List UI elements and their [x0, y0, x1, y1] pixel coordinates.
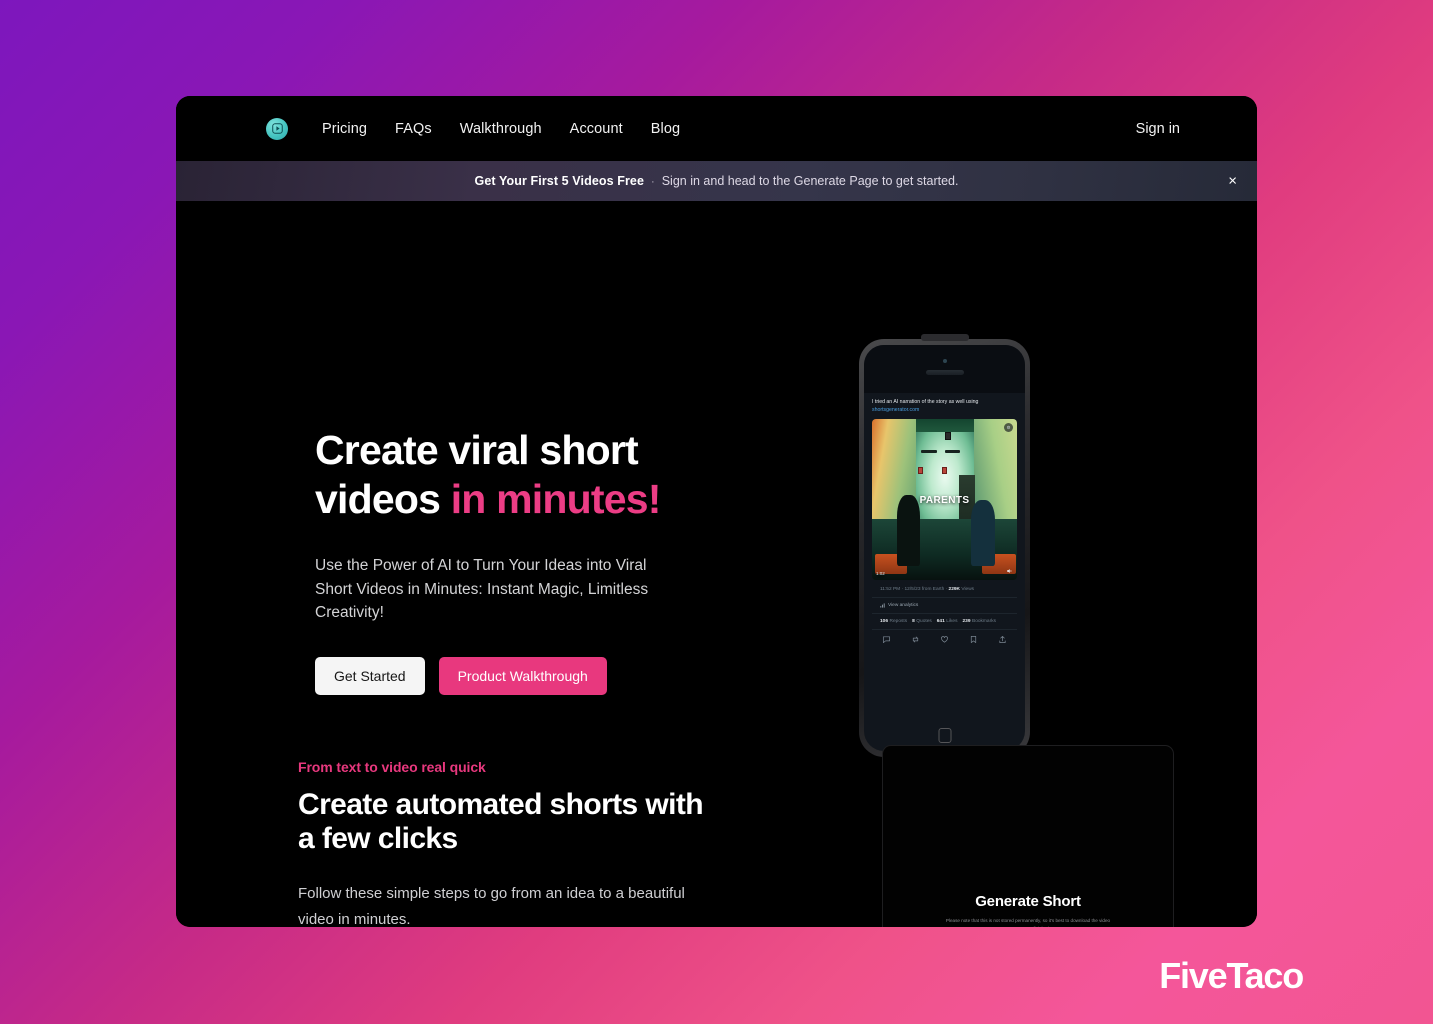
generate-short-card-content: Generate Short Please note that this is …	[942, 893, 1114, 927]
stat-reposts[interactable]: 106 Reposts	[880, 619, 907, 624]
stat-bookmarks-count: 239	[962, 619, 971, 625]
stat-likes-label: Likes	[946, 619, 958, 625]
analytics-bars-icon	[880, 603, 885, 608]
tweet-stats-row: 106 Reposts 8 Quotes 641 Likes 239 Bookmarks	[872, 614, 1017, 631]
promo-banner-separator: ·	[651, 176, 655, 188]
stat-likes-count: 641	[936, 619, 945, 625]
nav-links: Pricing FAQs Walkthrough Account Blog	[322, 121, 680, 137]
sign-in-link[interactable]: Sign in	[1136, 121, 1180, 137]
tweet-metadata: 11:52 PM · 12/5/23 from Earth · 229K Vie…	[872, 580, 1017, 599]
view-analytics-label: View analytics	[888, 603, 919, 609]
phone-top-bezel	[864, 345, 1025, 393]
hero-title: Create viral short videos in minutes!	[315, 426, 735, 524]
nav-item-faqs[interactable]: FAQs	[395, 121, 432, 137]
tweet-link[interactable]: shortsgenerator.com	[872, 407, 1017, 415]
tweet-source: from Earth	[921, 587, 945, 593]
top-navigation-bar: Pricing FAQs Walkthrough Account Blog Si…	[176, 96, 1257, 161]
bookmark-icon[interactable]	[969, 635, 978, 644]
speaker-grille	[925, 370, 964, 375]
stat-reposts-count: 106	[880, 619, 889, 625]
scene-ceiling-sign	[944, 431, 951, 440]
fivetaco-watermark: FiveTaco	[1159, 955, 1304, 996]
hero-title-accent: in minutes!	[450, 476, 662, 523]
scene-ceiling-light-2	[944, 449, 961, 453]
close-icon[interactable]: ×	[1223, 171, 1242, 192]
promo-banner-text: Sign in and head to the Generate Page to…	[661, 174, 959, 188]
features-copy: From text to video real quick Create aut…	[298, 759, 748, 927]
features-title-line2: a few clicks	[298, 821, 458, 855]
phone-screen: I tried an AI narration of the story as …	[864, 345, 1025, 751]
camera-icon	[942, 359, 947, 363]
stat-quotes-count: 8	[912, 619, 915, 625]
stat-quotes[interactable]: 8 Quotes	[912, 619, 932, 624]
features-subtitle: Follow these simple steps to go from an …	[298, 884, 685, 927]
scene-wall-sign-1	[918, 467, 924, 475]
phone-home-button[interactable]	[938, 728, 951, 743]
product-walkthrough-button[interactable]: Product Walkthrough	[438, 657, 607, 696]
video-settings-icon[interactable]: ⚙	[1004, 423, 1013, 433]
generate-short-title: Generate Short	[975, 893, 1081, 910]
stat-quotes-label: Quotes	[916, 619, 932, 625]
tweet-text: I tried an AI narration of the story as …	[872, 399, 1017, 414]
features-section: From text to video real quick Create aut…	[176, 745, 1257, 927]
hero-title-line2-plain: videos	[315, 476, 451, 523]
promo-banner-headline: Get Your First 5 Videos Free	[474, 174, 645, 188]
tweet-views-count: 229K	[948, 587, 961, 593]
generate-short-card: Generate Short Please note that this is …	[882, 745, 1174, 927]
stat-reposts-label: Reposts	[889, 619, 908, 625]
stat-likes[interactable]: 641 Likes	[937, 619, 958, 624]
video-caption-overlay: PARENTS	[919, 494, 970, 506]
scene-ceiling-light-1	[921, 449, 938, 453]
tweet-body: I tried an AI narration of the story as …	[872, 399, 979, 405]
like-heart-icon[interactable]	[940, 635, 949, 644]
scene-wall-sign-2	[941, 467, 947, 475]
phone-mockup: I tried an AI narration of the story as …	[859, 339, 1030, 757]
hero-copy: Create viral short videos in minutes! Us…	[315, 426, 735, 696]
stat-bookmarks[interactable]: 239 Bookmarks	[962, 619, 996, 624]
tweet-meta-sep2: ·	[945, 587, 948, 593]
tweet-date: 12/5/23	[904, 587, 921, 593]
app-window: Pricing FAQs Walkthrough Account Blog Si…	[176, 96, 1257, 927]
features-title-line1: Create automated shorts with	[298, 788, 704, 821]
generate-short-description: Please note that this is not stored perm…	[945, 918, 1111, 927]
video-duration: 1:02	[876, 571, 885, 577]
hero-subtitle: Use the Power of AI to Turn Your Ideas i…	[315, 557, 649, 621]
share-icon[interactable]	[998, 635, 1007, 644]
speaker-mute-icon[interactable]	[1006, 568, 1012, 576]
tweet-time: 11:52 PM	[880, 587, 901, 593]
features-eyebrow: From text to video real quick	[298, 759, 486, 775]
get-started-button[interactable]: Get Started	[315, 657, 425, 696]
stat-bookmarks-label: Bookmarks	[972, 619, 996, 625]
hero-section: Create viral short videos in minutes! Us…	[176, 201, 1257, 767]
tweet-action-bar	[872, 630, 1017, 649]
hero-title-line1: Create viral short	[315, 427, 639, 473]
tweet-video-thumbnail[interactable]: PARENTS ⚙ 1:02	[872, 419, 1017, 581]
nav-item-walkthrough[interactable]: Walkthrough	[460, 121, 542, 137]
play-circle-logo-icon[interactable]	[266, 117, 288, 140]
promo-banner-content: Get Your First 5 Videos Free · Sign in a…	[475, 174, 959, 188]
nav-item-blog[interactable]: Blog	[651, 121, 680, 137]
tweet-views-label: Views	[961, 587, 975, 593]
features-title: Create automated shorts with a few click…	[298, 788, 748, 856]
scene-person-right	[970, 499, 996, 566]
hero-buttons: Get Started Product Walkthrough	[315, 657, 735, 696]
nav-item-account[interactable]: Account	[570, 121, 623, 137]
promo-banner: Get Your First 5 Videos Free · Sign in a…	[176, 161, 1257, 201]
tweet-meta-sep1: ·	[901, 587, 904, 593]
view-analytics-row[interactable]: View analytics	[872, 598, 1017, 615]
reply-icon[interactable]	[882, 635, 891, 644]
repost-icon[interactable]	[911, 635, 920, 644]
nav-item-pricing[interactable]: Pricing	[322, 121, 367, 137]
tweet-post: I tried an AI narration of the story as …	[864, 393, 1025, 649]
